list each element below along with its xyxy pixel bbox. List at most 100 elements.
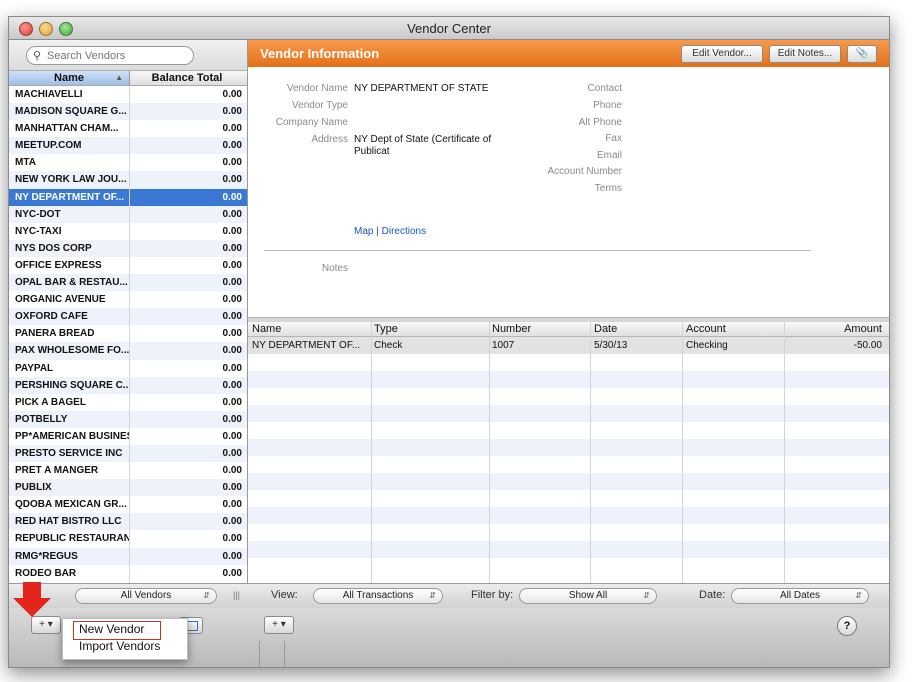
vendor-name-cell: PAX WHOLESOME FO... [15,345,129,357]
vendor-type-label: Vendor Type [292,100,348,111]
vendor-row[interactable]: QDOBA MEXICAN GR... 0.00 [9,496,247,513]
add-vendor-menu-button[interactable]: + ▾ [31,616,61,634]
menu-item-new-vendor[interactable]: New Vendor [79,622,144,636]
vendor-row[interactable]: PRESTO SERVICE INC 0.00 [9,444,247,463]
directions-link[interactable]: Directions [382,226,426,237]
date-label: Date: [699,589,726,601]
transaction-row[interactable] [248,541,889,558]
vendor-name-cell: MEETUP.COM [15,140,82,152]
vendor-row[interactable]: RED HAT BISTRO LLC 0.00 [9,513,247,531]
vendor-balance-cell: 0.00 [222,225,242,237]
vendor-row[interactable]: OXFORD CAFE 0.00 [9,308,247,326]
help-button[interactable]: ? [837,616,857,636]
vendor-name-cell: PUBLIX [15,482,52,494]
tx-date-column-header[interactable]: Date [594,322,680,336]
vendor-row[interactable]: PICK A BAGEL 0.00 [9,394,247,411]
vendor-row[interactable]: PRET A MANGER 0.00 [9,462,247,479]
vendor-center-window: Vendor Center ⚲ Name ▲ Balance Total MAC… [8,16,890,668]
vendor-row[interactable]: NYC-TAXI 0.00 [9,223,247,240]
vendor-list-pane: ⚲ Name ▲ Balance Total MACHIAVELLI0.00MA… [9,40,248,583]
transaction-row[interactable] [248,439,889,456]
transaction-row[interactable] [248,490,889,507]
transaction-row[interactable] [248,456,889,473]
transaction-row[interactable] [248,473,889,490]
edit-vendor-button[interactable]: Edit Vendor... [681,45,763,63]
tx-amount-column-header[interactable]: Amount [788,322,882,336]
vendor-balance-cell: 0.00 [222,242,242,254]
resize-grip-icon[interactable]: ||| [233,590,240,600]
vendor-row[interactable]: MEETUP.COM 0.00 [9,137,247,155]
attachment-button[interactable]: 📎 [847,45,877,63]
tx-account-column-header[interactable]: Account [686,322,782,336]
transaction-row[interactable]: NY DEPARTMENT OF... Check 1007 5/30/13 Check… [248,337,889,354]
filter-by-select[interactable]: Show All ⇵ [519,588,657,604]
edit-notes-button[interactable]: Edit Notes... [769,45,841,63]
filter-bar: All Vendors ⇵ ||| View: All Transactions ⇵… [9,583,889,609]
vendor-row[interactable]: MACHIAVELLI 0.00 [9,86,247,103]
vendor-row[interactable]: PERSHING SQUARE C... 0.00 [9,376,247,394]
vendor-balance-cell: 0.00 [222,259,242,271]
vendor-row[interactable]: PAYPAL 0.00 [9,360,247,377]
vendor-name-cell: NYC-DOT [15,208,61,220]
map-link[interactable]: Map [354,226,373,237]
vendor-row[interactable]: NEW YORK LAW JOU... 0.00 [9,171,247,189]
vendor-row[interactable]: POTBELLY 0.00 [9,410,247,428]
search-icon: ⚲ [33,50,42,62]
vendor-row[interactable]: OFFICE EXPRESS 0.00 [9,257,247,274]
transaction-row[interactable] [248,507,889,524]
vendor-row[interactable]: PP*AMERICAN BUSINESS 0.00 [9,428,247,445]
search-input[interactable] [45,48,189,64]
vendor-name-cell: NYS DOS CORP [15,242,92,254]
transaction-row[interactable] [248,354,889,371]
vendor-detail-pane: Vendor Information Edit Vendor... Edit N… [248,40,889,583]
tx-column-divider [489,322,490,583]
transaction-row[interactable] [248,422,889,439]
transaction-row[interactable] [248,524,889,541]
vendor-row[interactable]: NY DEPARTMENT OF... 0.00 [9,188,247,206]
menu-item-import-vendors[interactable]: Import Vendors [79,639,160,653]
notes-divider [264,250,811,251]
contact-label: Contact [587,83,622,94]
vendor-balance-cell: 0.00 [222,550,242,562]
vendor-row[interactable]: PUBLIX 0.00 [9,479,247,497]
vendor-filter-select[interactable]: All Vendors ⇵ [75,588,217,604]
vendor-row[interactable]: MADISON SQUARE G... 0.00 [9,103,247,121]
name-column-header[interactable]: Name ▲ [9,71,130,85]
transaction-row[interactable] [248,405,889,422]
vendor-row[interactable]: MANHATTAN CHAM... 0.00 [9,120,247,137]
tx-date-cell: 5/30/13 [594,340,628,351]
vendor-name-cell: RODEO BAR [15,567,77,579]
vendor-balance-cell: 0.00 [222,277,242,289]
tx-number-column-header[interactable]: Number [492,322,588,336]
vendor-row[interactable]: RODEO BAR 0.00 [9,565,247,582]
vendor-row[interactable]: REPUBLIC RESTAURANT 0.00 [9,530,247,547]
vendor-row[interactable]: NYC-DOT 0.00 [9,205,247,223]
transaction-row[interactable] [248,388,889,405]
tx-type-column-header[interactable]: Type [374,322,480,336]
vendor-row[interactable]: NYS DOS CORP 0.00 [9,239,247,257]
updown-icon: ⇵ [855,591,862,600]
vendor-row[interactable]: RMG*REGUS 0.00 [9,547,247,565]
vendor-balance-cell: 0.00 [222,396,242,408]
balance-column-header[interactable]: Balance Total [130,71,244,85]
vendor-row[interactable]: PAX WHOLESOME FO... 0.00 [9,342,247,360]
vendor-name-cell: OPAL BAR & RESTAU... [15,277,128,289]
vendor-row[interactable]: PANERA BREAD 0.00 [9,325,247,342]
title-bar[interactable]: Vendor Center [9,17,889,40]
tx-column-divider [784,322,785,583]
date-select[interactable]: All Dates ⇵ [731,588,869,604]
tx-name-column-header[interactable]: Name [252,322,364,336]
search-field[interactable]: ⚲ [26,46,194,65]
vendor-row[interactable]: OPAL BAR & RESTAU... 0.00 [9,274,247,292]
vendor-balance-cell: 0.00 [222,191,242,203]
transaction-row[interactable] [248,558,889,575]
add-transaction-menu-button[interactable]: + ▾ [264,616,294,634]
vendor-balance-cell: 0.00 [222,140,242,152]
view-select[interactable]: All Transactions ⇵ [313,588,443,604]
vendor-row[interactable]: ORGANIC AVENUE 0.00 [9,291,247,308]
view-label: View: [271,589,298,601]
vendor-row[interactable]: MTA 0.00 [9,154,247,171]
phone-label: Phone [593,100,622,111]
vendor-name-cell: OXFORD CAFE [15,311,88,323]
transaction-row[interactable] [248,371,889,388]
